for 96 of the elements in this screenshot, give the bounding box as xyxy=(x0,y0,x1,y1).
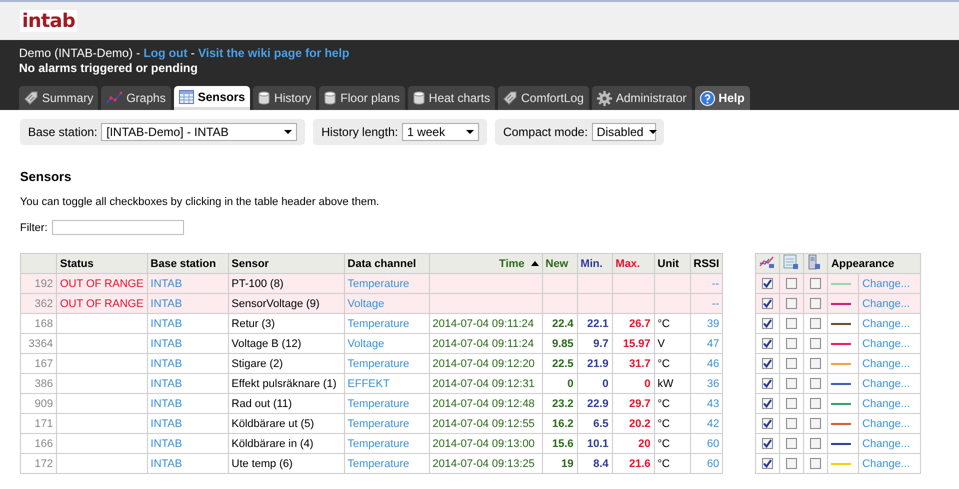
checkbox[interactable] xyxy=(762,318,774,330)
checkbox[interactable] xyxy=(810,398,822,410)
dropdown[interactable]: [INTAB-Demo] - INTAB xyxy=(101,123,298,141)
column-header[interactable]: Max. xyxy=(612,254,654,274)
checkbox[interactable] xyxy=(810,378,822,390)
logout-link[interactable]: Log out xyxy=(143,46,188,60)
checkbox[interactable] xyxy=(786,418,798,430)
help-icon xyxy=(700,90,715,106)
checkbox[interactable] xyxy=(786,278,798,290)
page-heading: Sensors xyxy=(20,169,72,184)
checkbox[interactable] xyxy=(762,278,774,290)
device-toggle-icon xyxy=(807,254,822,270)
table-link[interactable]: Temperature xyxy=(344,454,430,474)
chart-toggle-icon xyxy=(759,255,776,269)
column-header[interactable]: Time xyxy=(429,254,542,274)
column-header[interactable]: RSSI xyxy=(690,254,723,274)
checkbox[interactable] xyxy=(786,458,798,470)
checkbox[interactable] xyxy=(762,298,774,310)
table-cell: °C xyxy=(654,454,690,474)
checkbox[interactable] xyxy=(810,358,822,370)
line-chart-icon xyxy=(106,91,122,105)
checkbox[interactable] xyxy=(762,458,774,470)
table-cell: 2014-07-04 09:13:25 xyxy=(429,454,542,474)
tag-icon xyxy=(503,91,518,105)
checkbox[interactable] xyxy=(810,418,822,430)
account-name: Demo (INTAB-Demo) xyxy=(19,46,133,60)
checkbox[interactable] xyxy=(810,318,822,330)
column-header[interactable]: Min. xyxy=(577,254,612,274)
checkbox[interactable] xyxy=(786,398,798,410)
filter-label: Base station: xyxy=(28,125,98,139)
settings-icon xyxy=(596,90,612,106)
cylinder-icon xyxy=(258,91,270,105)
nav-tab[interactable]: Graphs xyxy=(101,86,171,110)
checkbox[interactable] xyxy=(786,318,798,330)
checkbox[interactable] xyxy=(810,438,822,450)
table-cell: 19 xyxy=(542,454,578,474)
checkbox[interactable] xyxy=(810,338,822,350)
checkbox[interactable] xyxy=(786,298,798,310)
column-header[interactable]: Data channel xyxy=(344,254,430,274)
table-cell: 21.6 xyxy=(612,454,654,474)
filter-label: Compact mode: xyxy=(503,125,588,139)
table-cell: Ute temp (6) xyxy=(228,454,344,474)
separator-text: - xyxy=(135,46,142,60)
dropdown[interactable]: Disabled xyxy=(592,123,656,141)
separator-text: - xyxy=(190,46,196,60)
filter-label: History length: xyxy=(321,125,398,139)
nav-tab[interactable]: History xyxy=(253,86,316,110)
nav-tab[interactable]: Summary xyxy=(19,86,98,110)
checkbox[interactable] xyxy=(762,398,774,410)
checkbox[interactable] xyxy=(810,458,822,470)
tag-icon xyxy=(24,91,38,105)
checkbox[interactable] xyxy=(786,378,798,390)
header-cell[interactable] xyxy=(780,254,804,274)
nav-tab[interactable]: Help xyxy=(694,86,750,110)
checkbox[interactable] xyxy=(762,438,774,450)
checkbox[interactable] xyxy=(786,358,798,370)
column-header[interactable]: Unit xyxy=(654,254,690,274)
column-header[interactable]: Base station xyxy=(147,254,228,274)
cylinder-icon xyxy=(324,91,336,105)
alarm-status: No alarms triggered or pending xyxy=(19,61,199,75)
header-cell[interactable] xyxy=(756,254,780,274)
table-cell: 172 xyxy=(20,454,56,474)
checkbox[interactable] xyxy=(810,298,822,310)
column-header[interactable]: Status xyxy=(56,254,148,274)
cylinder-icon xyxy=(412,91,425,105)
filter-label: Filter: xyxy=(20,222,48,234)
column-header[interactable]: New xyxy=(542,254,578,274)
nav-tab[interactable]: Floor plans xyxy=(319,86,405,110)
filter-field[interactable] xyxy=(52,220,184,235)
column-header[interactable]: Sensor xyxy=(228,254,344,274)
checkbox[interactable] xyxy=(762,358,774,370)
nav-tab[interactable]: Heat charts xyxy=(408,86,496,110)
nav-tab[interactable]: Sensors xyxy=(174,86,250,110)
header-cell[interactable] xyxy=(804,254,828,274)
nav-tab[interactable]: Administrator xyxy=(592,86,692,110)
table-toggle-icon xyxy=(783,254,800,270)
checkbox[interactable] xyxy=(810,278,822,290)
nav-tab[interactable]: ComfortLog xyxy=(498,86,589,110)
checkbox[interactable] xyxy=(786,338,798,350)
hint-text: You can toggle all checkboxes by clicking in the table header above them. xyxy=(20,196,380,208)
table-icon xyxy=(178,90,194,104)
wiki-link[interactable]: Visit the wiki page for help xyxy=(198,46,350,60)
checkbox[interactable] xyxy=(786,438,798,450)
caret-icon xyxy=(649,130,658,134)
header-cell xyxy=(20,254,56,274)
dropdown[interactable]: 1 week xyxy=(402,123,480,141)
intab-logo[interactable]: intab xyxy=(20,10,78,32)
column-header: Appearance xyxy=(828,254,921,274)
caret-icon xyxy=(284,130,292,134)
checkbox[interactable] xyxy=(762,418,774,430)
table-link[interactable]: INTAB xyxy=(147,454,228,474)
caret-icon xyxy=(466,130,474,134)
table-cell: 60 xyxy=(690,454,723,474)
checkbox[interactable] xyxy=(762,338,774,350)
table-cell: 8.4 xyxy=(577,454,612,474)
checkbox[interactable] xyxy=(762,378,774,390)
